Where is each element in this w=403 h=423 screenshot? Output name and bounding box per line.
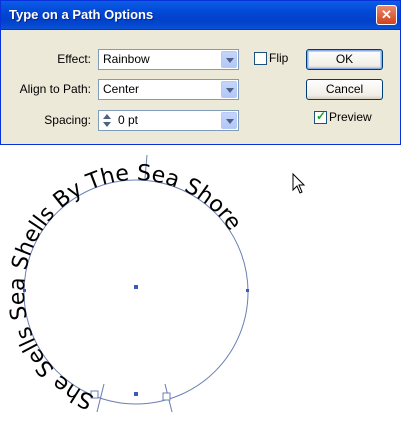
- effect-select[interactable]: Rainbow: [98, 49, 239, 70]
- artboard-canvas[interactable]: She Sells Sea Shells By The Sea Shore: [0, 145, 403, 423]
- effect-value: Rainbow: [103, 52, 150, 66]
- anchor-point-bottom[interactable]: [134, 392, 138, 396]
- preview-checkbox[interactable]: ✓: [314, 109, 327, 124]
- dialog-title: Type on a Path Options: [9, 7, 154, 22]
- close-button[interactable]: ✕: [376, 5, 397, 25]
- align-to-path-select[interactable]: Center: [98, 79, 239, 100]
- cancel-button[interactable]: Cancel: [306, 79, 383, 100]
- arrow-pointer-icon: [292, 172, 306, 194]
- flip-label: Flip: [269, 51, 289, 65]
- title-bar[interactable]: Type on a Path Options ✕: [1, 1, 400, 30]
- chevron-down-icon[interactable]: [221, 51, 237, 68]
- spacing-select[interactable]: 0 pt: [98, 110, 239, 131]
- chevron-down-icon[interactable]: [221, 112, 237, 129]
- align-to-path-value: Center: [103, 82, 140, 96]
- center-point[interactable]: [134, 285, 138, 289]
- align-to-path-label: Align to Path:: [19, 82, 91, 96]
- effect-label: Effect:: [57, 52, 91, 66]
- flip-checkbox[interactable]: [254, 52, 267, 65]
- close-icon: ✕: [381, 7, 392, 22]
- stepper-up-icon[interactable]: [103, 114, 111, 119]
- spacing-label: Spacing:: [44, 113, 91, 127]
- ok-button[interactable]: OK: [306, 49, 383, 70]
- anchor-point-right[interactable]: [246, 289, 249, 292]
- spacing-value: 0 pt: [118, 113, 139, 127]
- type-on-path-options-dialog: Type on a Path Options ✕ Effect: Rainbow…: [0, 0, 401, 145]
- spacing-stepper[interactable]: [100, 112, 114, 129]
- handle-right[interactable]: [162, 392, 171, 401]
- chevron-down-icon[interactable]: [221, 81, 237, 98]
- checkmark-icon: ✓: [316, 109, 327, 123]
- preview-label: Preview: [329, 110, 372, 124]
- stepper-down-icon[interactable]: [103, 122, 111, 127]
